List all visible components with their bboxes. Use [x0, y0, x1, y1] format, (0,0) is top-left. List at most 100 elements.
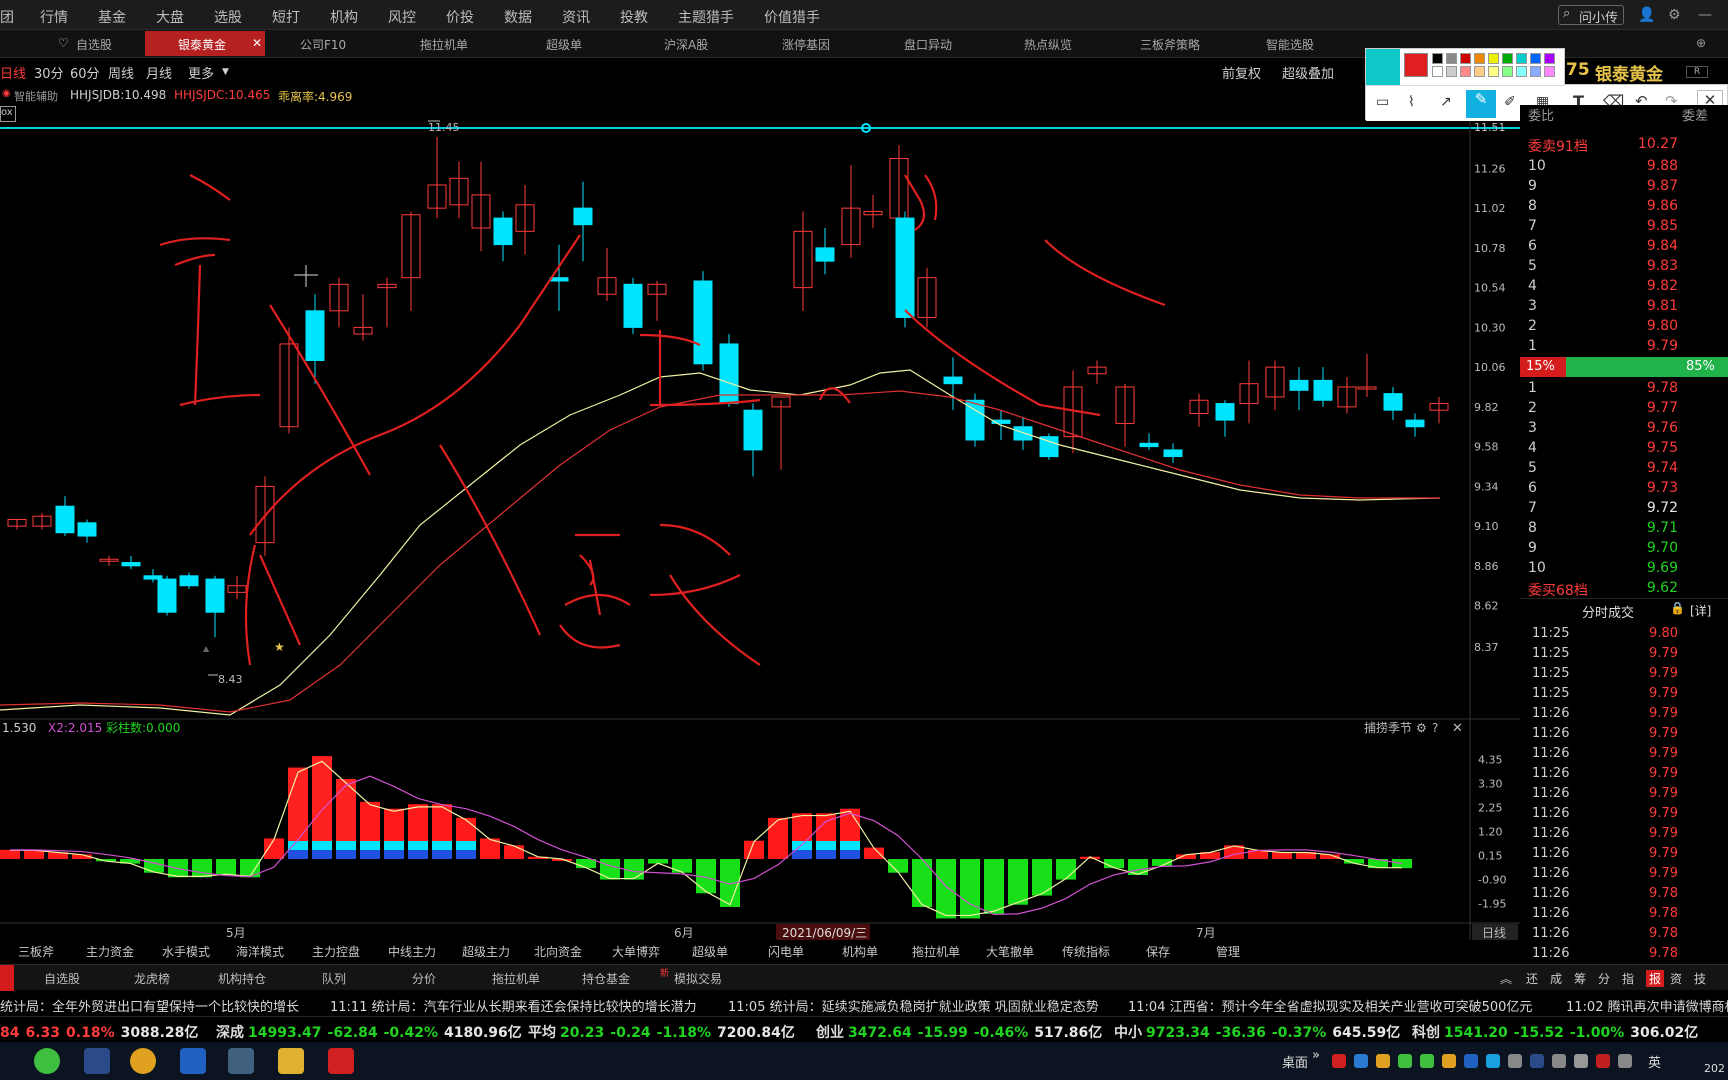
tray-icon[interactable] — [1442, 1054, 1456, 1068]
indicator-nav-item[interactable]: 闪电单 — [768, 943, 804, 960]
close-tab-icon[interactable]: ✕ — [252, 36, 262, 50]
stock-app-icon[interactable] — [328, 1048, 354, 1074]
app-logo[interactable]: 团 — [0, 7, 14, 27]
color-swatch-red[interactable] — [1404, 53, 1428, 77]
highlighter-icon[interactable]: ✐ — [1504, 94, 1516, 110]
palette-color[interactable] — [1432, 53, 1443, 64]
app-icon-1[interactable] — [84, 1048, 110, 1074]
palette-color[interactable] — [1502, 66, 1513, 77]
menu-item-jiazhi[interactable]: 价值猎手 — [764, 7, 820, 27]
help-icon[interactable]: ? — [1432, 721, 1438, 735]
palette-color[interactable] — [1446, 66, 1457, 77]
polyline-icon[interactable]: ⌇ — [1408, 94, 1415, 110]
tray-icon[interactable] — [1596, 1054, 1610, 1068]
palette-color[interactable] — [1488, 66, 1499, 77]
period-more[interactable]: 更多 — [188, 63, 214, 82]
indicator-nav-item[interactable]: 机构单 — [842, 943, 878, 960]
indicator-nav-item[interactable]: 主力资金 — [86, 943, 134, 960]
bottom-tab[interactable]: 拖拉机单 — [492, 970, 540, 987]
side-tab[interactable]: 资 — [1670, 970, 1682, 987]
side-tab[interactable]: 分 — [1598, 970, 1610, 987]
bottom-tab[interactable]: 自选股 — [44, 970, 80, 987]
tab-pankou[interactable]: 盘口异动 — [904, 36, 952, 53]
menu-item-hangqing[interactable]: 行情 — [40, 7, 68, 27]
bottom-tab[interactable]: 机构持仓 — [218, 970, 266, 987]
tab-zixuan[interactable]: 自选股 — [76, 36, 112, 53]
indicator-nav-item[interactable]: 大单博弈 — [612, 943, 660, 960]
indicator-nav-item[interactable]: 超级主力 — [462, 943, 510, 960]
bottom-tab[interactable]: 队列 — [322, 970, 346, 987]
tab-hushen[interactable]: 沪深A股 — [664, 36, 708, 53]
index-item[interactable]: 科创 1541.20 -15.52 -1.00% 306.02亿 — [1412, 1022, 1698, 1042]
period-daily[interactable]: 日线 — [0, 63, 26, 82]
side-tab[interactable]: 成 — [1550, 970, 1562, 987]
chevron-right-icon[interactable]: » — [1312, 1048, 1320, 1063]
app-icon-n[interactable] — [180, 1048, 206, 1074]
palette-color[interactable] — [1460, 53, 1471, 64]
chevron-down-icon[interactable]: ▼ — [222, 67, 229, 77]
side-tab[interactable]: 技 — [1694, 970, 1706, 987]
side-tab[interactable]: 报 — [1646, 970, 1665, 987]
tray-icon[interactable] — [1618, 1054, 1632, 1068]
shape-icon[interactable]: ▭ — [1376, 94, 1389, 110]
folder-icon[interactable] — [278, 1048, 304, 1074]
tray-icon[interactable] — [1354, 1054, 1368, 1068]
pen-icon[interactable]: ✎ — [1466, 90, 1496, 118]
tray-icon[interactable] — [1508, 1054, 1522, 1068]
palette-color[interactable] — [1488, 53, 1499, 64]
menu-item-xuangu[interactable]: 选股 — [214, 7, 242, 27]
index-item[interactable]: 84 6.33 0.18% 3088.28亿 — [0, 1022, 198, 1042]
menu-item-fund[interactable]: 基金 — [98, 7, 126, 27]
user-icon[interactable]: 👤 — [1638, 7, 1655, 23]
app-icon-3[interactable] — [228, 1048, 254, 1074]
browser-icon[interactable] — [130, 1048, 156, 1074]
menu-item-jiatou[interactable]: 价投 — [446, 7, 474, 27]
period-60m[interactable]: 60分 — [70, 63, 100, 82]
collapse-icon[interactable]: ︽ — [1500, 970, 1512, 987]
indicator-nav-item[interactable]: 传统指标 — [1062, 943, 1110, 960]
period-monthly[interactable]: 月线 — [146, 63, 172, 82]
menu-item-fengkong[interactable]: 风控 — [388, 7, 416, 27]
settings-icon[interactable]: ⚙ — [1668, 7, 1681, 23]
tab-chaoji[interactable]: 超级单 — [546, 36, 582, 53]
index-item[interactable]: 平均 20.23 -0.24 -1.18% 7200.84亿 — [528, 1022, 795, 1042]
search-box[interactable]: ⌕ 问小传 — [1558, 5, 1624, 26]
palette-color[interactable] — [1544, 66, 1555, 77]
news-item[interactable]: 11:11 统计局：汽车行业从长期来看还会保持比较快的增长潜力 — [330, 996, 697, 1015]
index-item[interactable]: 深成 14993.47 -62.84 -0.42% 4180.96亿 — [216, 1022, 522, 1042]
palette-color[interactable] — [1516, 66, 1527, 77]
palette-color[interactable] — [1530, 53, 1541, 64]
palette-color[interactable] — [1544, 53, 1555, 64]
tray-icon[interactable] — [1398, 1054, 1412, 1068]
index-item[interactable]: 中小 9723.34 -36.36 -0.37% 645.59亿 — [1114, 1022, 1400, 1042]
menu-item-shuju[interactable]: 数据 — [504, 7, 532, 27]
menu-item-zhuti[interactable]: 主题猎手 — [678, 7, 734, 27]
palette-color[interactable] — [1474, 66, 1485, 77]
indicator-label[interactable]: 智能辅助 — [14, 88, 58, 104]
tab-zhineng[interactable]: 智能选股 — [1266, 36, 1314, 53]
palette-color[interactable] — [1502, 53, 1513, 64]
indicator-nav-item[interactable]: 北向资金 — [534, 943, 582, 960]
palette-color[interactable] — [1432, 66, 1443, 77]
side-tab[interactable]: 筹 — [1574, 970, 1586, 987]
bottom-tab[interactable]: 龙虎榜 — [134, 970, 170, 987]
menu-item-toujiao[interactable]: 投教 — [620, 7, 648, 27]
tab-redian[interactable]: 热点纵览 — [1024, 36, 1072, 53]
indicator-nav-item[interactable]: 三板斧 — [18, 943, 54, 960]
palette-color[interactable] — [1446, 53, 1457, 64]
menu-item-zixun[interactable]: 资讯 — [562, 7, 590, 27]
indicator-nav-item[interactable]: 中线主力 — [388, 943, 436, 960]
favorite-icon[interactable]: ♡ — [58, 36, 69, 50]
palette-color[interactable] — [1516, 53, 1527, 64]
bottom-tab[interactable]: 模拟交易 — [674, 970, 722, 987]
indicator-nav-item[interactable]: 拖拉机单 — [912, 943, 960, 960]
side-tab[interactable]: 还 — [1526, 970, 1538, 987]
indicator-nav-item[interactable]: 大笔撤单 — [986, 943, 1034, 960]
menu-item-duanda[interactable]: 短打 — [272, 7, 300, 27]
tray-icon[interactable] — [1574, 1054, 1588, 1068]
tab-yintai[interactable]: 银泰黄金 — [178, 36, 226, 53]
indicator-nav-item[interactable]: 保存 — [1146, 943, 1170, 960]
tab-f10[interactable]: 公司F10 — [300, 36, 346, 53]
news-item[interactable]: 11:02 腾讯再次申请微博商标 — [1566, 996, 1728, 1015]
color-swatch-current[interactable] — [1366, 49, 1400, 85]
